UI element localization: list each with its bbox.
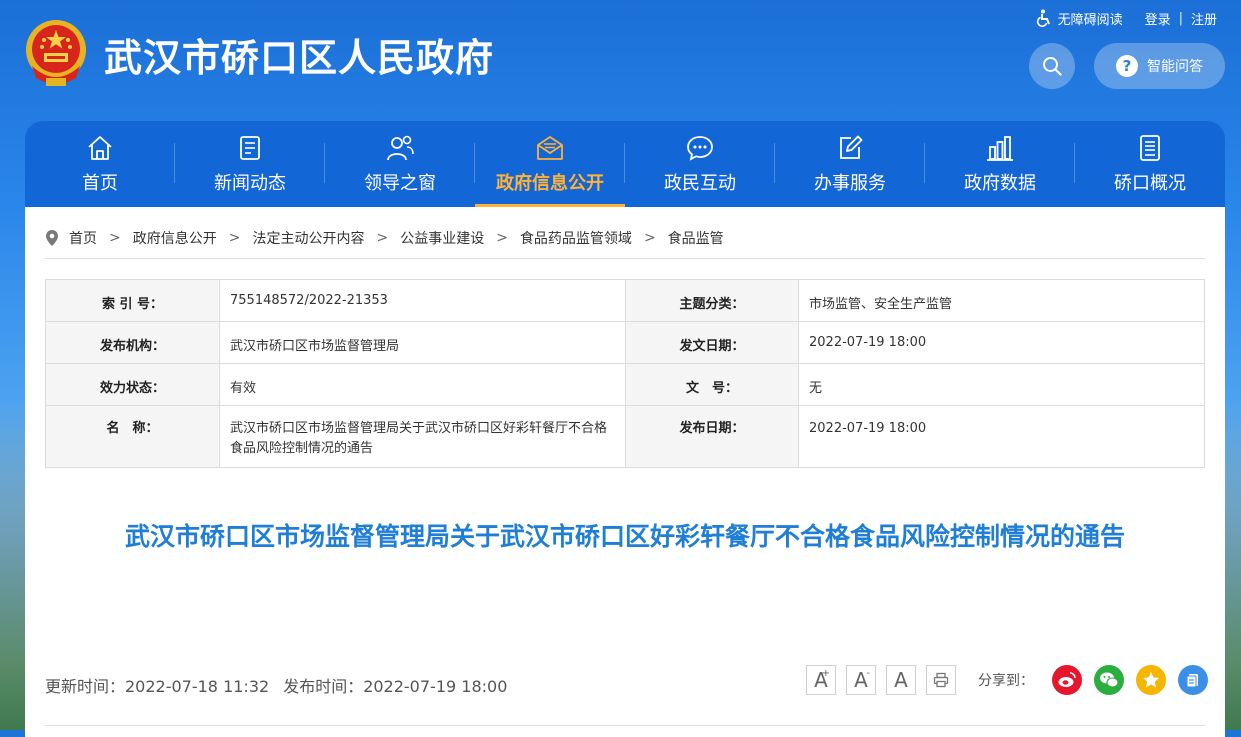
- breadcrumb-item-food[interactable]: 食品监管: [668, 228, 724, 248]
- published-time: 发布时间：2022-07-19 18:00: [283, 677, 508, 696]
- print-button[interactable]: [926, 665, 956, 695]
- share-weibo-button[interactable]: [1052, 665, 1082, 695]
- nav-item-interaction[interactable]: 政民互动: [625, 121, 775, 207]
- topic-value: 市场监管、安全生产监管: [798, 279, 1205, 322]
- font-reset-button[interactable]: A: [886, 665, 916, 695]
- table-row: 效力状态： 有效 文 号： 无: [45, 363, 1205, 406]
- status-value: 有效: [219, 363, 626, 406]
- status-label: 效力状态：: [45, 363, 220, 406]
- home-icon: [88, 136, 112, 160]
- breadcrumb: 首页 > 政府信息公开 > 法定主动公开内容 > 公益事业建设 > 食品药品监管…: [45, 227, 724, 249]
- topic-label: 主题分类：: [625, 279, 799, 322]
- smart-qa-button[interactable]: ? 智能问答: [1094, 43, 1225, 89]
- content-panel: 首页 > 政府信息公开 > 法定主动公开内容 > 公益事业建设 > 食品药品监管…: [25, 207, 1225, 737]
- doc-no-label: 文 号：: [625, 363, 799, 406]
- font-increase-button[interactable]: A +: [806, 665, 836, 695]
- name-label: 名 称：: [45, 405, 220, 468]
- share-qzone-button[interactable]: [1136, 665, 1166, 695]
- breadcrumb-separator: >: [228, 230, 241, 246]
- article-times: 更新时间：2022-07-18 11:32 发布时间：2022-07-19 18:…: [45, 673, 507, 697]
- content-divider: [45, 725, 1205, 726]
- name-value: 武汉市硚口区市场监督管理局关于武汉市硚口区好彩轩餐厅不合格食品风险控制情况的通告: [219, 405, 626, 468]
- wechat-icon: [1100, 672, 1119, 688]
- font-reset-glyph: A: [894, 668, 908, 692]
- main-nav: 首页 新闻动态 领导之窗 政府信息公开 政民互动 办事服务 政府数据 硚口概况: [25, 121, 1225, 207]
- table-row: 发布机构： 武汉市硚口区市场监督管理局 发文日期： 2022-07-19 18:…: [45, 321, 1205, 364]
- site-title: 武汉市硚口区人民政府: [104, 36, 495, 80]
- breadcrumb-item-food-drug[interactable]: 食品药品监管领域: [520, 228, 632, 248]
- breadcrumb-item-statutory[interactable]: 法定主动公开内容: [252, 228, 364, 248]
- nav-label: 硚口概况: [1114, 173, 1186, 194]
- doc-no-value: 无: [798, 363, 1205, 406]
- nav-item-gov-info[interactable]: 政府信息公开: [475, 121, 625, 207]
- breadcrumb-separator: >: [376, 230, 389, 246]
- chat-icon: [687, 136, 713, 161]
- register-link[interactable]: 注册: [1191, 9, 1217, 28]
- top-links-separator: |: [1178, 10, 1183, 26]
- star-icon: [1143, 672, 1159, 688]
- table-row: 名 称： 武汉市硚口区市场监督管理局关于武汉市硚口区好彩轩餐厅不合格食品风险控制…: [45, 405, 1205, 468]
- nav-label: 办事服务: [814, 173, 886, 194]
- nav-label: 新闻动态: [214, 173, 286, 194]
- share-other-button[interactable]: [1178, 665, 1208, 695]
- accessibility-label: 无障碍阅读: [1057, 12, 1123, 28]
- share-wechat-button[interactable]: [1094, 665, 1124, 695]
- article-title: 武汉市硚口区市场监督管理局关于武汉市硚口区好彩轩餐厅不合格食品风险控制情况的通告: [124, 522, 1125, 551]
- font-decrease-button[interactable]: A-: [846, 665, 876, 695]
- breadcrumb-divider: [45, 258, 1205, 259]
- breadcrumb-item-public-welfare[interactable]: 公益事业建设: [400, 228, 484, 248]
- nav-item-home[interactable]: 首页: [25, 121, 175, 207]
- doc-date-label: 发文日期：: [625, 321, 799, 364]
- national-emblem-icon: [26, 20, 86, 86]
- agency-label: 发布机构：: [45, 321, 220, 364]
- table-row: 索 引 号： 755148572/2022-21353 主题分类： 市场监管、安…: [45, 279, 1205, 322]
- breadcrumb-separator: >: [109, 230, 121, 246]
- plus-icon: +: [821, 668, 830, 679]
- nav-label: 政府信息公开: [496, 173, 604, 194]
- nav-label: 政民互动: [664, 173, 736, 194]
- wheelchair-icon: [1036, 9, 1050, 27]
- search-icon: [1043, 57, 1062, 76]
- nav-label: 领导之窗: [364, 173, 436, 194]
- index-no-value: 755148572/2022-21353: [219, 279, 626, 322]
- minus-icon: -: [866, 668, 870, 679]
- bar-chart-icon: [987, 136, 1013, 161]
- mail-open-icon: [537, 136, 563, 160]
- top-links: 无障碍阅读 登录 | 注册: [1036, 8, 1217, 28]
- copy-document-icon: [1186, 674, 1198, 688]
- breadcrumb-item-gov-info[interactable]: 政府信息公开: [133, 228, 217, 248]
- leaders-icon: [387, 135, 414, 161]
- document-meta-table: 索 引 号： 755148572/2022-21353 主题分类： 市场监管、安…: [45, 279, 1205, 468]
- nav-item-data[interactable]: 政府数据: [925, 121, 1075, 207]
- edit-icon: [840, 135, 863, 159]
- index-no-label: 索 引 号：: [45, 279, 220, 322]
- login-link[interactable]: 登录: [1145, 9, 1171, 28]
- agency-value: 武汉市硚口区市场监督管理局: [219, 321, 626, 364]
- document-icon: [1140, 135, 1160, 161]
- weibo-icon: [1058, 672, 1076, 687]
- nav-item-leaders[interactable]: 领导之窗: [325, 121, 475, 207]
- nav-item-overview[interactable]: 硚口概况: [1075, 121, 1225, 207]
- breadcrumb-item-home[interactable]: 首页: [69, 228, 97, 248]
- news-icon: [240, 136, 260, 160]
- breadcrumb-separator: >: [496, 230, 508, 246]
- breadcrumb-separator: >: [643, 230, 656, 246]
- nav-label: 政府数据: [964, 173, 1036, 194]
- nav-item-services[interactable]: 办事服务: [775, 121, 925, 207]
- location-pin-icon: [46, 230, 58, 246]
- accessibility-link[interactable]: 无障碍阅读: [1036, 9, 1123, 28]
- pub-date-label: 发布日期：: [625, 405, 799, 468]
- updated-time: 更新时间：2022-07-18 11:32: [45, 677, 270, 696]
- smart-qa-label: 智能问答: [1147, 59, 1203, 75]
- share-label: 分享到：: [978, 673, 1034, 689]
- nav-item-news[interactable]: 新闻动态: [175, 121, 325, 207]
- printer-icon: [933, 672, 949, 688]
- article-tools: A + A- A 分享到：: [806, 665, 1208, 695]
- doc-date-value: 2022-07-19 18:00: [798, 321, 1205, 364]
- search-button[interactable]: [1029, 43, 1075, 89]
- nav-label: 首页: [82, 173, 118, 194]
- question-icon: ?: [1116, 55, 1138, 77]
- pub-date-value: 2022-07-19 18:00: [798, 405, 1205, 468]
